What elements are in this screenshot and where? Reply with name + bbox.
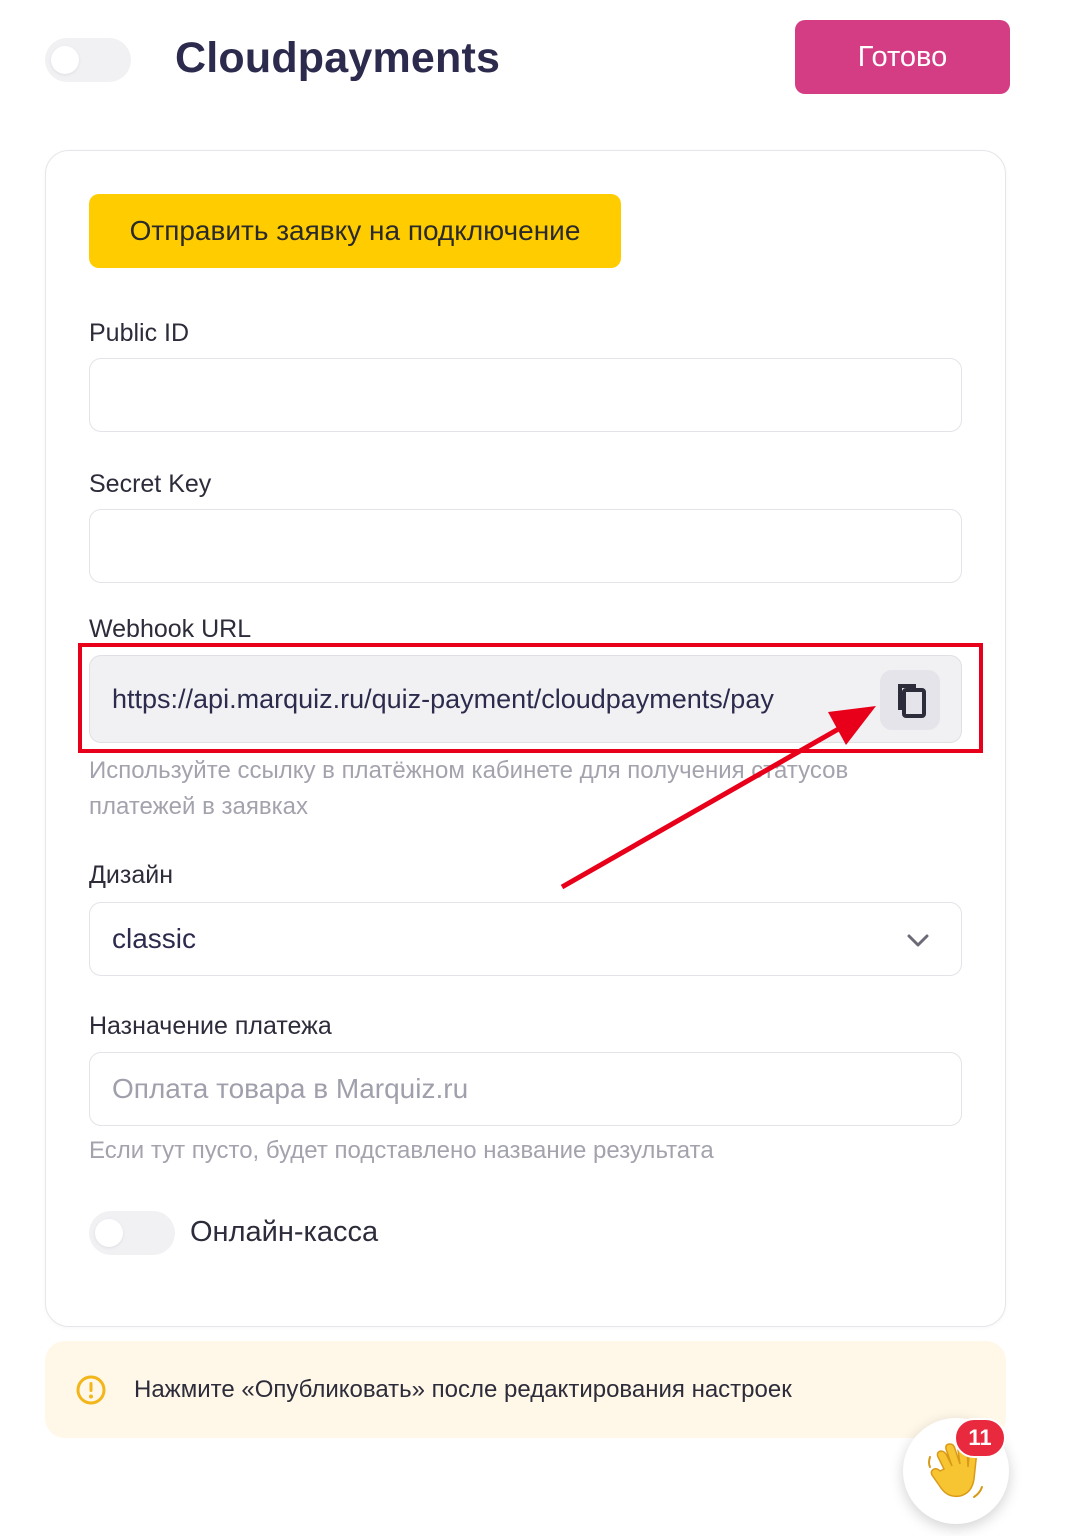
publish-notice-text: Нажмите «Опубликовать» после редактирова…: [134, 1375, 792, 1403]
warning-icon: [76, 1375, 106, 1404]
notification-badge: 11: [954, 1418, 1006, 1458]
publish-notice: Нажмите «Опубликовать» после редактирова…: [45, 1341, 1006, 1438]
annotation-arrow: [560, 706, 876, 890]
